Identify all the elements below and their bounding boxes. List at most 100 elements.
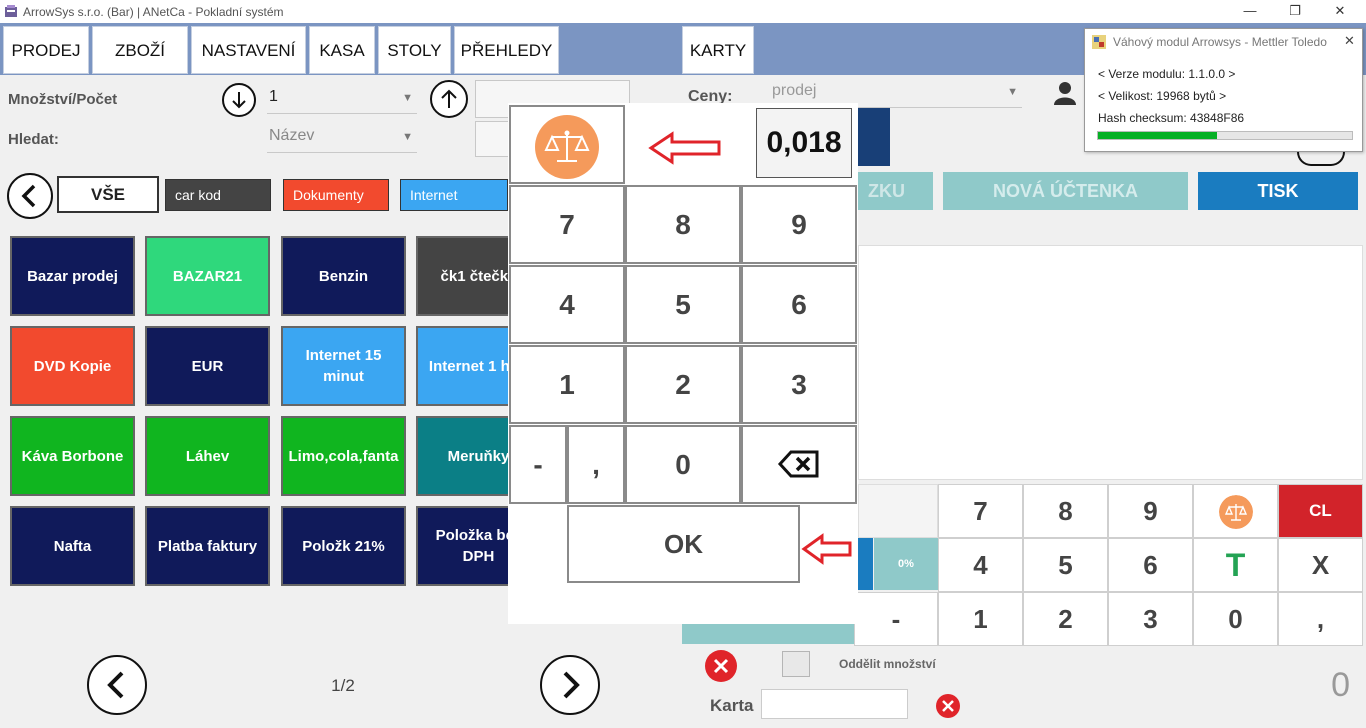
module-progress-bar bbox=[1097, 131, 1353, 140]
red-arrow-icon bbox=[648, 131, 721, 165]
product-tile[interactable]: Nafta bbox=[10, 506, 135, 586]
page-prev-button[interactable] bbox=[87, 655, 147, 715]
key-5[interactable]: 5 bbox=[1023, 538, 1108, 592]
qty-value: 1 bbox=[269, 88, 278, 105]
product-tile[interactable]: Bazar prodej bbox=[10, 236, 135, 316]
partial-button[interactable]: ZKU bbox=[858, 172, 933, 210]
product-tile[interactable]: Limo,cola,fanta bbox=[281, 416, 406, 496]
key-8[interactable]: 8 bbox=[1023, 484, 1108, 538]
restore-button[interactable]: ❐ bbox=[1273, 0, 1317, 23]
new-receipt-button[interactable]: NOVÁ ÚČTENKA bbox=[943, 172, 1188, 210]
popup-key-minus[interactable]: - bbox=[509, 425, 567, 504]
scale-key[interactable] bbox=[1193, 484, 1278, 538]
x-key[interactable]: X bbox=[1278, 538, 1363, 592]
comma-key[interactable]: , bbox=[1278, 592, 1363, 646]
popup-key-7[interactable]: 7 bbox=[509, 185, 625, 264]
key-4[interactable]: 4 bbox=[938, 538, 1023, 592]
chevron-right-icon bbox=[563, 671, 580, 699]
keypad-blank bbox=[858, 484, 938, 538]
product-tile[interactable]: EUR bbox=[145, 326, 270, 406]
category-car-kod[interactable]: car kod bbox=[165, 179, 271, 211]
category-prev-button[interactable] bbox=[7, 173, 53, 219]
card-clear-icon[interactable] bbox=[935, 693, 961, 719]
close-circle-icon[interactable] bbox=[704, 649, 738, 683]
product-tile[interactable]: Láhev bbox=[145, 416, 270, 496]
close-button[interactable]: ✕ bbox=[1318, 0, 1362, 23]
product-tile[interactable]: Benzin bbox=[281, 236, 406, 316]
popup-key-4[interactable]: 4 bbox=[509, 265, 625, 344]
popup-ok-button[interactable]: OK bbox=[567, 505, 800, 583]
key-0[interactable]: 0 bbox=[1193, 592, 1278, 646]
key-3[interactable]: 3 bbox=[1108, 592, 1193, 646]
nav-karty[interactable]: KARTY bbox=[682, 26, 754, 74]
nav-nastaveni[interactable]: NASTAVENÍ bbox=[191, 26, 306, 74]
arrow-up-button[interactable] bbox=[430, 80, 468, 118]
print-button[interactable]: TISK bbox=[1198, 172, 1358, 210]
page-next-button[interactable] bbox=[540, 655, 600, 715]
category-vse[interactable]: VŠE bbox=[57, 176, 159, 213]
popup-key-5[interactable]: 5 bbox=[625, 265, 741, 344]
window-title: ArrowSys s.r.o. (Bar) | ANetCa - Pokladn… bbox=[23, 5, 284, 19]
popup-key-comma[interactable]: , bbox=[567, 425, 625, 504]
dark-blue-button[interactable] bbox=[858, 108, 890, 166]
module-version: < Verze modulu: 1.1.0.0 > bbox=[1098, 67, 1236, 81]
qty-combo[interactable]: 1 ▼ bbox=[267, 88, 417, 114]
discount-button[interactable]: 0% bbox=[874, 538, 938, 590]
qty-label: Množství/Počet bbox=[8, 91, 118, 108]
minimize-button[interactable]: — bbox=[1228, 0, 1272, 23]
user-icon[interactable] bbox=[1052, 80, 1078, 106]
red-arrow-icon bbox=[801, 533, 852, 565]
clear-key[interactable]: CL bbox=[1278, 484, 1363, 538]
module-close-button[interactable]: ✕ bbox=[1344, 33, 1355, 49]
product-tile[interactable]: Káva Borbone bbox=[10, 416, 135, 496]
arrow-up-icon bbox=[441, 89, 457, 108]
split-qty-label: Oddělit množství bbox=[839, 657, 936, 671]
t-key[interactable]: T bbox=[1193, 538, 1278, 592]
product-tile[interactable]: BAZAR21 bbox=[145, 236, 270, 316]
arrow-down-icon bbox=[232, 92, 246, 109]
popup-backspace-key[interactable] bbox=[741, 425, 857, 504]
popup-scale-button[interactable] bbox=[509, 105, 625, 184]
product-tile[interactable]: Platba faktury bbox=[145, 506, 270, 586]
nav-prehledy[interactable]: PŘEHLEDY bbox=[454, 26, 559, 74]
product-tile[interactable]: Internet 15 minut bbox=[281, 326, 406, 406]
popup-key-2[interactable]: 2 bbox=[625, 345, 741, 424]
module-progress-fill bbox=[1098, 132, 1218, 139]
chevron-left-icon bbox=[21, 184, 36, 208]
page-indicator: 1/2 bbox=[331, 676, 355, 695]
module-app-icon bbox=[1092, 35, 1106, 49]
receipt-list[interactable] bbox=[858, 245, 1363, 480]
product-tile[interactable]: DVD Kopie bbox=[10, 326, 135, 406]
nav-stoly[interactable]: STOLY bbox=[378, 26, 451, 74]
search-combo[interactable]: Název ▼ bbox=[267, 127, 417, 153]
scale-icon bbox=[1218, 495, 1253, 529]
popup-key-1[interactable]: 1 bbox=[509, 345, 625, 424]
arrow-down-button[interactable] bbox=[222, 83, 256, 117]
module-size: < Velikost: 19968 bytů > bbox=[1098, 89, 1227, 103]
total-display: 0 bbox=[1331, 666, 1350, 704]
key-1[interactable]: 1 bbox=[938, 592, 1023, 646]
popup-key-8[interactable]: 8 bbox=[625, 185, 741, 264]
scale-module-window: Váhový modul Arrowsys - Mettler Toledo ✕… bbox=[1084, 28, 1363, 152]
key-9[interactable]: 9 bbox=[1108, 484, 1193, 538]
popup-key-6[interactable]: 6 bbox=[741, 265, 857, 344]
blue-indicator bbox=[858, 538, 873, 590]
category-internet[interactable]: Internet bbox=[400, 179, 508, 211]
product-tile[interactable]: Položk 21% bbox=[281, 506, 406, 586]
key-2[interactable]: 2 bbox=[1023, 592, 1108, 646]
nav-zbozi[interactable]: ZBOŽÍ bbox=[92, 26, 188, 74]
minus-key[interactable]: - bbox=[854, 592, 938, 646]
prices-value: prodej bbox=[772, 82, 817, 99]
nav-prodej[interactable]: PRODEJ bbox=[3, 26, 89, 74]
popup-key-0[interactable]: 0 bbox=[625, 425, 741, 504]
popup-key-3[interactable]: 3 bbox=[741, 345, 857, 424]
key-6[interactable]: 6 bbox=[1108, 538, 1193, 592]
app-icon bbox=[5, 5, 17, 17]
card-input[interactable] bbox=[761, 689, 908, 719]
category-dokumenty[interactable]: Dokumenty bbox=[283, 179, 389, 211]
key-7[interactable]: 7 bbox=[938, 484, 1023, 538]
nav-kasa[interactable]: KASA bbox=[309, 26, 375, 74]
split-qty-checkbox[interactable] bbox=[782, 651, 810, 677]
hidden-round-button[interactable] bbox=[1297, 152, 1345, 166]
popup-key-9[interactable]: 9 bbox=[741, 185, 857, 264]
